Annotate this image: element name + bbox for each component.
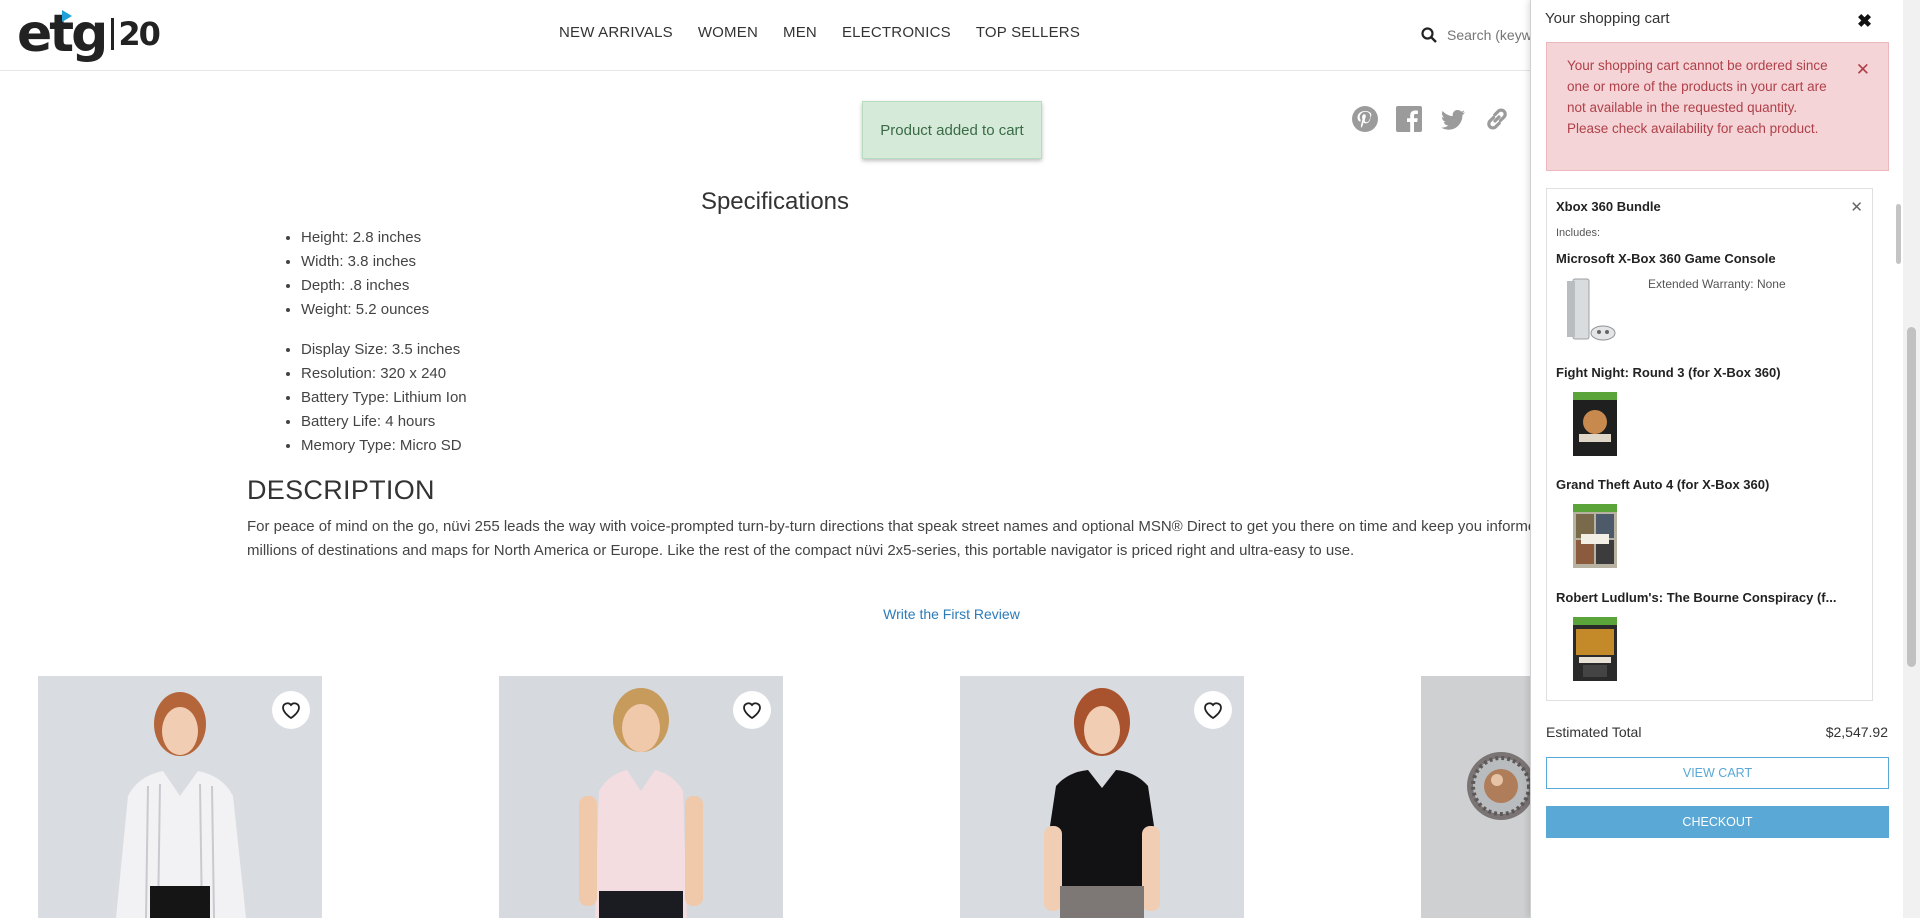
estimated-total-value: $2,547.92 xyxy=(1825,724,1888,740)
bundle-item-name: Fight Night: Round 3 (for X-Box 360) xyxy=(1556,365,1781,380)
cart-error-alert: Your shopping cart cannot be ordered sin… xyxy=(1546,42,1889,171)
heart-icon xyxy=(282,702,300,720)
share-icons xyxy=(1350,104,1512,134)
checkout-button[interactable]: CHECKOUT xyxy=(1546,806,1889,838)
twitter-icon[interactable] xyxy=(1438,104,1468,134)
list-item: Depth: .8 inches xyxy=(301,274,429,298)
wishlist-button[interactable] xyxy=(733,691,771,729)
wishlist-button[interactable] xyxy=(272,691,310,729)
facebook-icon[interactable] xyxy=(1394,104,1424,134)
description-line-2: millions of destinations and maps for No… xyxy=(247,542,1355,559)
product-card[interactable] xyxy=(1421,676,1530,918)
search-icon[interactable] xyxy=(1421,27,1437,43)
list-item: Display Size: 3.5 inches xyxy=(301,338,467,362)
product-card[interactable] xyxy=(499,676,783,918)
cart-scrollbar-thumb[interactable] xyxy=(1896,204,1901,264)
cart-items-list: Xbox 360 Bundle ✕ Includes: Microsoft X-… xyxy=(1546,188,1873,701)
list-item: Battery Type: Lithium Ion xyxy=(301,386,467,410)
site-logo[interactable]: etg 20 xyxy=(17,4,161,64)
cart-title: Your shopping cart xyxy=(1545,10,1670,27)
list-item: Height: 2.8 inches xyxy=(301,226,429,250)
pinterest-icon[interactable] xyxy=(1350,104,1380,134)
fight-night-thumbnail xyxy=(1573,392,1617,456)
list-item: Width: 3.8 inches xyxy=(301,250,429,274)
logo-play-icon xyxy=(62,10,72,22)
logo-badge: 20 xyxy=(111,18,161,50)
product-card[interactable] xyxy=(960,676,1244,918)
product-card[interactable] xyxy=(38,676,322,918)
bourne-conspiracy-thumbnail xyxy=(1573,617,1617,681)
alert-message: Your shopping cart cannot be ordered sin… xyxy=(1567,58,1828,136)
nav-men[interactable]: MEN xyxy=(783,24,817,41)
bundle-item-name: Grand Theft Auto 4 (for X-Box 360) xyxy=(1556,477,1770,492)
extended-warranty: Extended Warranty: None xyxy=(1648,277,1786,291)
description-text: For peace of mind on the go, nüvi 255 le… xyxy=(247,515,1530,563)
specifications-heading: Specifications xyxy=(700,188,850,215)
heart-icon xyxy=(1204,702,1222,720)
spec-list-dimensions: Height: 2.8 inches Width: 3.8 inches Dep… xyxy=(301,226,429,322)
nav-electronics[interactable]: ELECTRONICS xyxy=(842,24,951,41)
shopping-cart-panel: Your shopping cart ✖ Your shopping cart … xyxy=(1530,0,1920,918)
includes-label: Includes: xyxy=(1556,227,1601,239)
wishlist-button[interactable] xyxy=(1194,691,1232,729)
estimated-total-label: Estimated Total xyxy=(1546,724,1642,740)
list-item: Memory Type: Micro SD xyxy=(301,434,467,458)
remove-item-icon[interactable]: ✕ xyxy=(1850,198,1863,216)
heart-icon xyxy=(743,702,761,720)
main-nav: NEW ARRIVALS WOMEN MEN ELECTRONICS TOP S… xyxy=(559,24,1105,41)
link-icon[interactable] xyxy=(1482,104,1512,134)
xbox-console-thumbnail xyxy=(1567,278,1616,341)
search-input[interactable] xyxy=(1447,27,1531,43)
description-heading: DESCRIPTION xyxy=(247,475,435,505)
bundle-item-name: Robert Ludlum's: The Bourne Conspiracy (… xyxy=(1556,590,1837,605)
nav-women[interactable]: WOMEN xyxy=(698,24,758,41)
close-cart-icon[interactable]: ✖ xyxy=(1857,12,1872,30)
list-item: Weight: 5.2 ounces xyxy=(301,298,429,322)
close-alert-icon[interactable]: ✕ xyxy=(1856,59,1870,80)
search-bar xyxy=(1421,20,1531,50)
product-image xyxy=(1421,676,1530,918)
nav-top-sellers[interactable]: TOP SELLERS xyxy=(976,24,1080,41)
list-item: Battery Life: 4 hours xyxy=(301,410,467,434)
page-scrollbar-thumb[interactable] xyxy=(1907,327,1916,667)
bundle-name[interactable]: Xbox 360 Bundle xyxy=(1556,199,1661,214)
gta4-thumbnail xyxy=(1573,504,1617,568)
nav-new-arrivals[interactable]: NEW ARRIVALS xyxy=(559,24,673,41)
view-cart-button[interactable]: VIEW CART xyxy=(1546,757,1889,789)
page-scrollbar[interactable] xyxy=(1903,0,1920,918)
list-item: Resolution: 320 x 240 xyxy=(301,362,467,386)
bundle-item-name: Microsoft X-Box 360 Game Console xyxy=(1556,251,1776,266)
description-line-1: For peace of mind on the go, nüvi 255 le… xyxy=(247,518,1530,535)
spec-list-features: Display Size: 3.5 inches Resolution: 320… xyxy=(301,338,467,458)
added-to-cart-toast: Product added to cart xyxy=(862,101,1042,159)
